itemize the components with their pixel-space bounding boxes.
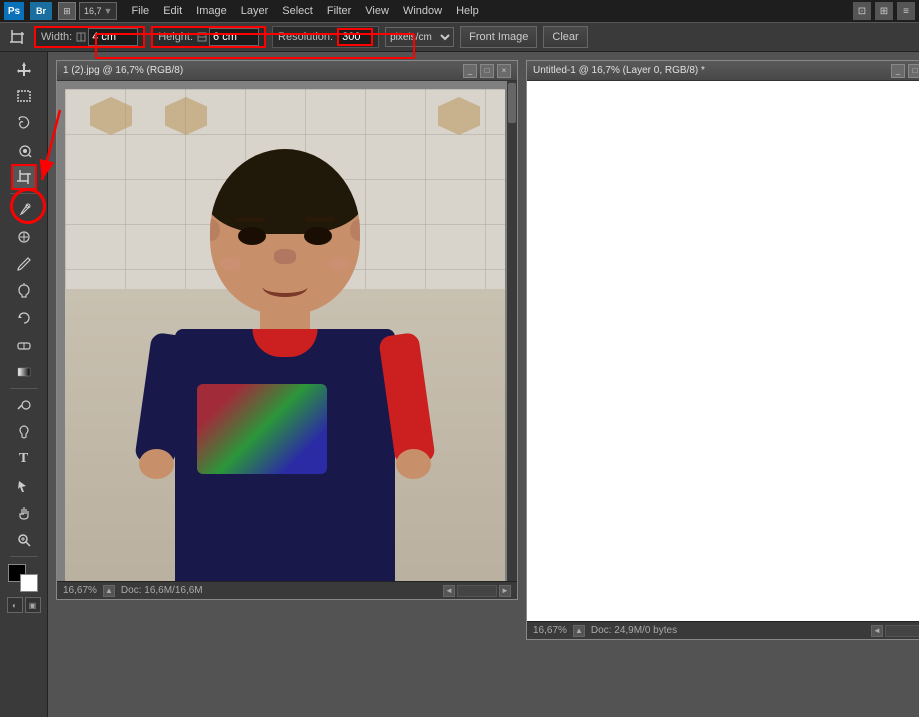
doc1-scroll-controls: ◄ ►	[443, 585, 511, 597]
doc1-scroll-left[interactable]: ◄	[443, 585, 455, 597]
menu-help[interactable]: Help	[450, 3, 485, 19]
hand-tool[interactable]	[11, 500, 37, 526]
doc1-content	[57, 81, 517, 581]
doc1-scrollbar-v[interactable]	[507, 81, 517, 581]
doc1-controls: _ □ ×	[463, 64, 511, 78]
path-selection-tool[interactable]	[11, 473, 37, 499]
crop-tool-indicator	[6, 26, 28, 48]
doc1-status-icon: ▲	[103, 585, 115, 597]
height-input[interactable]: 6 cm	[209, 28, 259, 46]
ps-logo: Ps	[4, 2, 24, 20]
resolution-input[interactable]: 300	[337, 28, 373, 46]
doc2-titlebar: Untitled-1 @ 16,7% (Layer 0, RGB/8) * _ …	[527, 61, 919, 81]
lasso-tool[interactable]	[11, 110, 37, 136]
healing-brush-tool[interactable]	[11, 224, 37, 250]
person-head	[210, 149, 360, 314]
doc2-minimize[interactable]: _	[891, 64, 905, 78]
screen-mode-icon[interactable]: ▣	[25, 597, 41, 613]
doc1-statusbar: 16,67% ▲ Doc: 16,6M/16,6M ◄ ►	[57, 581, 517, 599]
doc2-zoom: 16,67%	[533, 625, 567, 636]
menu-filter[interactable]: Filter	[321, 3, 357, 19]
gradient-tool[interactable]	[11, 359, 37, 385]
menu-select[interactable]: Select	[276, 3, 319, 19]
brush-tool[interactable]	[11, 251, 37, 277]
doc1-titlebar: 1 (2).jpg @ 16,7% (RGB/8) _ □ ×	[57, 61, 517, 81]
workspace-icon[interactable]: ⊡	[853, 2, 871, 20]
doc1-zoom: 16,67%	[63, 585, 97, 596]
panel-toggle-icon[interactable]: ≡	[897, 2, 915, 20]
doc2-maximize[interactable]: □	[908, 64, 919, 78]
doc2-scroll-left[interactable]: ◄	[871, 625, 883, 637]
canvas-area: 1 (2).jpg @ 16,7% (RGB/8) _ □ ×	[48, 52, 919, 717]
body	[175, 329, 395, 581]
quick-mask-icon[interactable]: ◐	[7, 597, 23, 613]
unit-select[interactable]: pixels/cm pixels/inch	[385, 27, 454, 47]
menu-edit[interactable]: Edit	[157, 3, 188, 19]
width-group: Width: 4 cm	[34, 26, 145, 48]
view-options-icon[interactable]: ⊞	[875, 2, 893, 20]
menu-layer[interactable]: Layer	[235, 3, 275, 19]
dodge-tool[interactable]	[11, 392, 37, 418]
doc2-title: Untitled-1 @ 16,7% (Layer 0, RGB/8) *	[533, 65, 705, 76]
height-group: Height: 6 cm	[151, 26, 266, 48]
doc2-statusbar: 16,67% ▲ Doc: 24,9M/0 bytes ◄ ►	[527, 621, 919, 639]
zoom-display[interactable]: 16,7 ▼	[79, 2, 117, 20]
blank-canvas	[535, 89, 919, 621]
clone-stamp-tool[interactable]	[11, 278, 37, 304]
front-image-button[interactable]: Front Image	[460, 26, 537, 48]
document-window-2: Untitled-1 @ 16,7% (Layer 0, RGB/8) * _ …	[526, 60, 919, 640]
doc1-status: Doc: 16,6M/16,6M	[121, 585, 203, 596]
color-swatches[interactable]	[8, 564, 40, 592]
menu-window[interactable]: Window	[397, 3, 448, 19]
quick-selection-tool[interactable]	[11, 137, 37, 163]
doc2-content	[527, 81, 919, 621]
doc2-controls: _ □ ×	[891, 64, 919, 78]
menu-file[interactable]: File	[125, 3, 155, 19]
width-label: Width:	[41, 31, 72, 43]
zoom-tool[interactable]	[11, 527, 37, 553]
photo-container	[65, 89, 505, 581]
move-tool[interactable]	[11, 56, 37, 82]
doc1-scroll-right[interactable]: ►	[499, 585, 511, 597]
background-color[interactable]	[20, 574, 38, 592]
menu-view[interactable]: View	[359, 3, 395, 19]
clear-button[interactable]: Clear	[543, 26, 587, 48]
eraser-tool[interactable]	[11, 332, 37, 358]
menu-image[interactable]: Image	[190, 3, 233, 19]
text-tool[interactable]: T	[11, 446, 37, 472]
width-input[interactable]: 4 cm	[88, 28, 138, 46]
history-brush-tool[interactable]	[11, 305, 37, 331]
doc2-status-icon: ▲	[573, 625, 585, 637]
toolbar: T	[0, 52, 48, 717]
doc2-scroll-controls: ◄ ►	[871, 625, 919, 637]
bridge-icon[interactable]: Br	[30, 2, 52, 20]
doc1-scroll-track[interactable]	[457, 585, 497, 597]
eyedropper-tool[interactable]	[11, 197, 37, 223]
main-area: T	[0, 52, 919, 717]
resolution-label: Resolution:	[278, 31, 333, 43]
rectangular-marquee-tool[interactable]	[11, 83, 37, 109]
doc2-status: Doc: 24,9M/0 bytes	[591, 625, 677, 636]
menu-bar: Ps Br ⊞ 16,7 ▼ File Edit Image Layer Sel…	[0, 0, 919, 22]
height-label: Height:	[158, 31, 193, 43]
doc1-close[interactable]: ×	[497, 64, 511, 78]
options-bar: Width: 4 cm Height: 6 cm Resolution: 300…	[0, 22, 919, 52]
doc2-scroll-track[interactable]	[885, 625, 919, 637]
pen-tool[interactable]	[11, 419, 37, 445]
doc1-title: 1 (2).jpg @ 16,7% (RGB/8)	[63, 65, 183, 76]
document-window-1: 1 (2).jpg @ 16,7% (RGB/8) _ □ ×	[56, 60, 518, 600]
toggle-icon[interactable]: ⊞	[58, 2, 76, 20]
doc1-maximize[interactable]: □	[480, 64, 494, 78]
resolution-group: Resolution: 300	[272, 26, 379, 48]
crop-tool[interactable]	[11, 164, 37, 190]
doc1-minimize[interactable]: _	[463, 64, 477, 78]
